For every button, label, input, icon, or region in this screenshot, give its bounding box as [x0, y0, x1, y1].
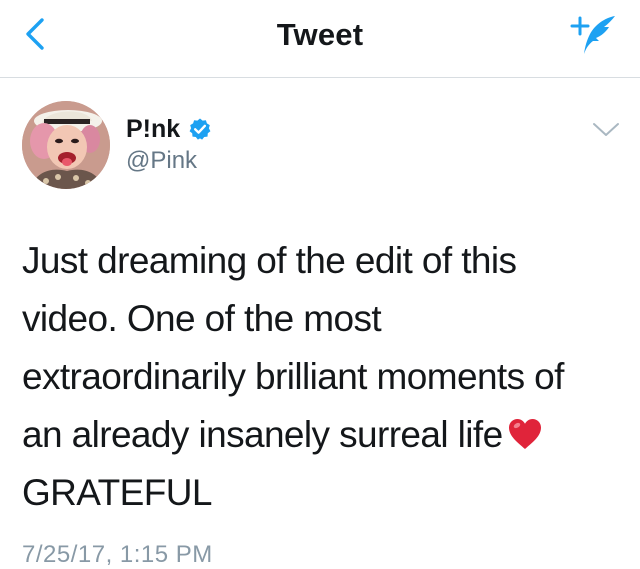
compose-tweet-button[interactable]	[568, 12, 618, 58]
page-title: Tweet	[276, 17, 364, 52]
tweet-line: extraordinarily brilliant moments of	[22, 356, 564, 397]
top-nav-bar: Tweet	[0, 0, 640, 78]
tweet-line: video. One of the most	[22, 298, 382, 339]
red-heart-icon	[508, 419, 541, 449]
avatar[interactable]	[22, 101, 110, 189]
tweet-menu-button[interactable]	[590, 118, 622, 142]
tweet-line: GRATEFUL	[22, 472, 212, 513]
compose-tweet-icon	[570, 16, 615, 54]
author-name: P!nk	[126, 114, 181, 143]
tweet-line: an already insanely surreal life	[22, 414, 503, 455]
author-handle[interactable]: @Pink	[126, 147, 197, 175]
chevron-down-icon	[593, 123, 619, 136]
tweet-line: Just dreaming of the edit of this	[22, 240, 517, 281]
author-name-row[interactable]: P!nk	[126, 114, 212, 144]
profile-photo-icon	[22, 101, 110, 189]
verified-badge-icon	[189, 118, 211, 140]
tweet-timestamp: 7/25/17, 1:15 PM	[22, 541, 213, 568]
tweet-text: Just dreaming of the edit of this video.…	[22, 232, 622, 522]
